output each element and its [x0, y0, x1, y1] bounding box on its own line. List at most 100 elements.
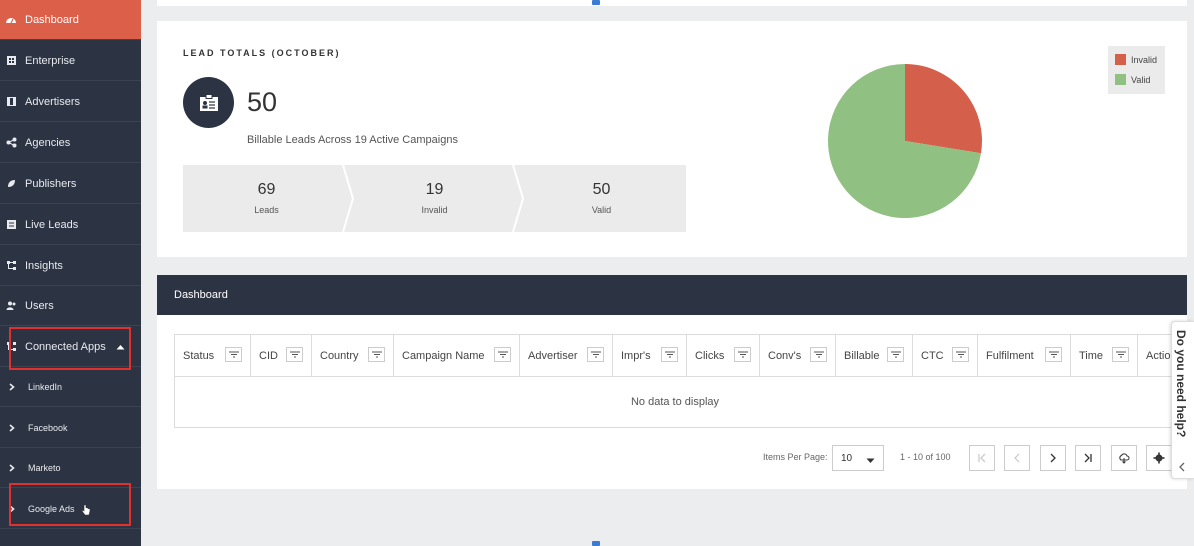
legend-label: Valid — [1131, 74, 1151, 85]
sidebar-item-users[interactable]: Users — [0, 286, 141, 326]
items-per-page-select[interactable]: 10 — [832, 445, 884, 471]
sidebar-item-label: Live Leads — [25, 218, 79, 231]
download-button[interactable] — [1111, 445, 1137, 471]
column-header-label: Impr's — [621, 350, 651, 362]
stat-label: Leads — [254, 205, 279, 215]
column-header[interactable]: Fulfilment — [978, 335, 1071, 377]
resize-handle — [592, 541, 600, 546]
column-header-label: Billable — [844, 350, 880, 362]
column-header[interactable]: Conv's — [760, 335, 836, 377]
dashboard-icon — [5, 14, 17, 26]
column-header-label: Status — [183, 350, 215, 362]
sidebar-item-label: Dashboard — [25, 13, 79, 26]
column-header[interactable]: Advertiser — [520, 335, 613, 377]
publisher-icon — [5, 178, 17, 190]
filter-icon[interactable] — [286, 347, 303, 362]
column-header[interactable]: Status — [175, 335, 251, 377]
stat-label: Valid — [591, 205, 612, 215]
first-page-icon — [978, 453, 986, 463]
column-header[interactable]: Clicks — [687, 335, 760, 377]
help-tab-label: Do you need help? — [1174, 330, 1188, 438]
table-header-row: Status CID Country Campaign Name Advertiser I… — [175, 335, 1187, 377]
legend-item-valid[interactable]: Valid — [1115, 74, 1150, 85]
highlight-google-ads — [9, 483, 131, 526]
column-header-label: Time — [1079, 350, 1104, 362]
column-header-label: CTC — [921, 350, 944, 362]
users-icon — [5, 300, 17, 312]
filter-icon[interactable] — [225, 347, 242, 362]
chevron-right-icon — [6, 422, 18, 434]
filter-icon[interactable] — [1045, 347, 1062, 362]
share-icon — [5, 137, 17, 149]
column-header-label: CID — [259, 350, 278, 362]
sidebar-subitem-marketo[interactable]: Marketo — [0, 448, 141, 488]
column-header-label: Fulfilment — [986, 350, 1034, 362]
settings-button[interactable] — [1146, 445, 1172, 471]
sidebar: Dashboard Enterprise Advertisers Agencie… — [0, 0, 141, 546]
sidebar-item-insights[interactable]: Insights — [0, 246, 141, 286]
filter-icon[interactable] — [494, 347, 511, 362]
sidebar-subitem-label: Marketo — [28, 462, 61, 473]
stat-invalid: 19 Invalid — [351, 165, 518, 232]
sidebar-item-publishers[interactable]: Publishers — [0, 164, 141, 204]
legend-label: Invalid — [1131, 54, 1158, 65]
filter-icon[interactable] — [734, 347, 751, 362]
next-page-button[interactable] — [1040, 445, 1066, 471]
column-header-label: Conv's — [768, 350, 802, 362]
last-page-button[interactable] — [1075, 445, 1101, 471]
empty-table-message: No data to display — [630, 396, 720, 408]
lead-totals-card: LEAD TOTALS (OCTOBER) 50 Billable Leads … — [157, 21, 1187, 257]
filter-icon[interactable] — [1112, 347, 1129, 362]
sidebar-subitem-label: LinkedIn — [28, 381, 63, 392]
items-per-page-value: 10 — [841, 452, 853, 464]
resize-handle — [592, 0, 600, 5]
lead-totals-title: LEAD TOTALS (OCTOBER) — [183, 48, 341, 58]
first-page-button[interactable] — [969, 445, 995, 471]
sidebar-item-label: Agencies — [25, 136, 71, 149]
lead-card-icon — [183, 77, 234, 128]
column-header-label: Clicks — [695, 350, 725, 362]
pie-chart-svg — [828, 64, 982, 218]
column-header[interactable]: Billable — [836, 335, 913, 377]
column-header[interactable]: Country — [312, 335, 394, 377]
sidebar-item-label: Publishers — [25, 177, 77, 190]
sidebar-item-agencies[interactable]: Agencies — [0, 123, 141, 163]
filter-icon[interactable] — [810, 347, 827, 362]
column-header[interactable]: Campaign Name — [394, 335, 520, 377]
previous-page-button[interactable] — [1004, 445, 1030, 471]
filter-icon[interactable] — [887, 347, 904, 362]
help-tab[interactable]: Do you need help? — [1171, 321, 1194, 479]
sidebar-subitem-linkedin[interactable]: LinkedIn — [0, 367, 141, 407]
chart-legend: Invalid Valid — [1108, 46, 1165, 94]
column-header-label: Country — [320, 350, 359, 362]
column-header[interactable]: CID — [251, 335, 312, 377]
stat-valid: 50 Valid — [518, 165, 685, 232]
sidebar-item-label: Advertisers — [25, 95, 81, 108]
stat-value: 50 — [592, 181, 611, 198]
billable-leads-subtitle: Billable Leads Across 19 Active Campaign… — [247, 134, 458, 146]
dashboard-panel: Status CID Country Campaign Name Advertiser I… — [157, 315, 1187, 489]
filter-icon[interactable] — [661, 347, 678, 362]
legend-item-invalid[interactable]: Invalid — [1115, 54, 1157, 65]
column-header[interactable]: Impr's — [613, 335, 687, 377]
chevron-left-icon — [1014, 453, 1020, 463]
sidebar-subitem-facebook[interactable]: Facebook — [0, 408, 141, 448]
column-header[interactable]: CTC — [913, 335, 978, 377]
legend-swatch — [1115, 74, 1126, 85]
filter-icon[interactable] — [952, 347, 969, 362]
caret-down-icon — [866, 456, 875, 467]
sidebar-item-advertisers[interactable]: Advertisers — [0, 82, 141, 122]
pie-slice-invalid[interactable] — [905, 64, 982, 154]
column-header[interactable]: Time — [1071, 335, 1138, 377]
billable-leads-count: 50 — [247, 87, 278, 117]
column-header-label: Campaign Name — [402, 350, 485, 362]
chevron-right-icon — [1050, 453, 1056, 463]
filter-icon[interactable] — [587, 347, 604, 362]
filter-icon[interactable] — [368, 347, 385, 362]
sidebar-item-dashboard[interactable]: Dashboard — [0, 0, 141, 40]
sidebar-item-live-leads[interactable]: Live Leads — [0, 205, 141, 245]
top-card-edge — [157, 0, 1187, 6]
highlight-connected-apps — [9, 327, 131, 370]
sidebar-item-enterprise[interactable]: Enterprise — [0, 41, 141, 81]
sidebar-item-label: Insights — [25, 259, 63, 272]
